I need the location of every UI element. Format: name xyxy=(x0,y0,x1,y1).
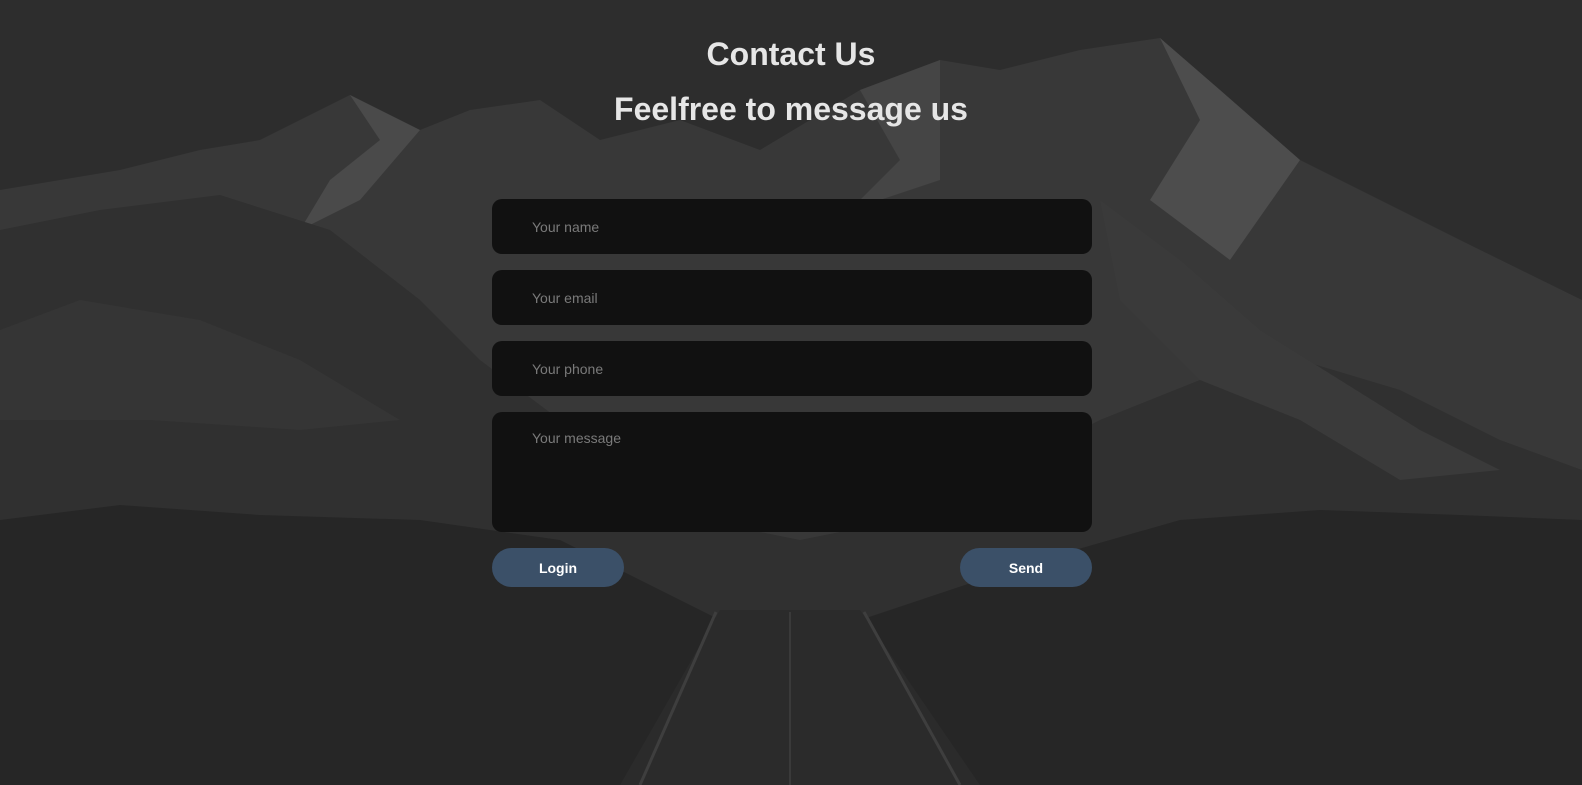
login-button[interactable]: Login xyxy=(492,548,624,587)
page-subtitle: Feelfree to message us xyxy=(614,91,968,127)
phone-input[interactable] xyxy=(492,341,1092,396)
send-button[interactable]: Send xyxy=(960,548,1092,587)
name-input[interactable] xyxy=(492,199,1092,254)
contact-page: Contact Us Feelfree to message us Login … xyxy=(0,0,1582,785)
message-textarea[interactable] xyxy=(492,412,1092,532)
email-input[interactable] xyxy=(492,270,1092,325)
page-title: Contact Us xyxy=(706,36,876,72)
